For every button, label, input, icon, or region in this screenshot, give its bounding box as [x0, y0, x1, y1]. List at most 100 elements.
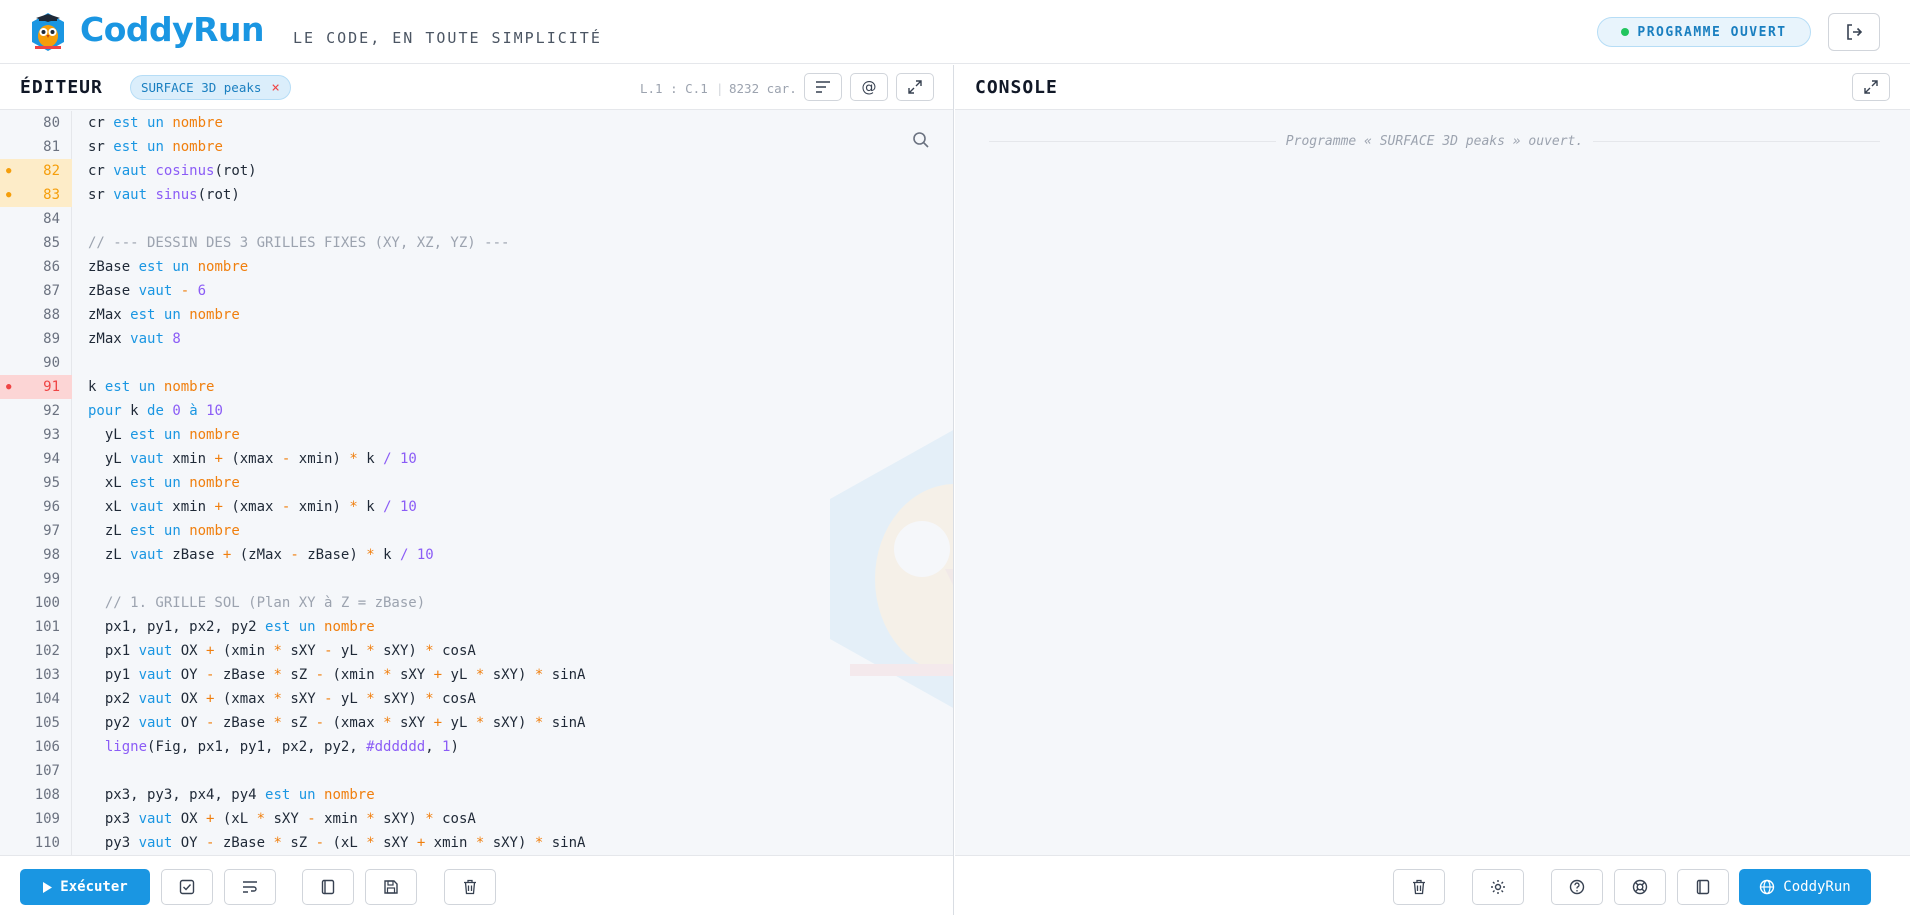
- code-line[interactable]: 80 cr est un nombre: [0, 111, 953, 135]
- code-line[interactable]: ● 82 cr vaut cosinus(rot): [0, 159, 953, 183]
- owl-logo-icon: [32, 13, 64, 51]
- code-line[interactable]: 109 px3 vaut OX + (xL * sXY - xmin * sXY…: [0, 807, 953, 831]
- run-button[interactable]: Exécuter: [20, 869, 150, 905]
- code-line[interactable]: 107: [0, 759, 953, 783]
- line-number[interactable]: 104: [0, 687, 72, 711]
- code-line[interactable]: 98 zL vaut zBase + (zMax - zBase) * k / …: [0, 543, 953, 567]
- code-line[interactable]: 108 px3, py3, px4, py4 est un nombre: [0, 783, 953, 807]
- expand-icon: [908, 80, 922, 94]
- line-number[interactable]: 86: [0, 255, 72, 279]
- expand-console-button[interactable]: [1852, 73, 1890, 101]
- file-tab[interactable]: SURFACE 3D peaks ×: [130, 75, 291, 100]
- code-line-text: // 1. GRILLE SOL (Plan XY à Z = zBase): [88, 595, 426, 611]
- line-number[interactable]: 108: [0, 783, 72, 807]
- editor-header: ÉDITEUR SURFACE 3D peaks × L.1 : C.1 | 8…: [0, 65, 953, 110]
- line-number[interactable]: 84: [0, 207, 72, 231]
- line-number[interactable]: 103: [0, 663, 72, 687]
- help-circle-icon: [1569, 879, 1585, 895]
- support-button[interactable]: [1614, 869, 1666, 905]
- code-line[interactable]: 84: [0, 207, 953, 231]
- docs-button[interactable]: [302, 869, 354, 905]
- settings-button[interactable]: [1472, 869, 1524, 905]
- code-line[interactable]: 87 zBase vaut - 6: [0, 279, 953, 303]
- error-marker-icon: ●: [6, 382, 12, 392]
- line-number[interactable]: 109: [0, 807, 72, 831]
- line-number[interactable]: 96: [0, 495, 72, 519]
- line-number[interactable]: 110: [0, 831, 72, 855]
- line-number[interactable]: 97: [0, 519, 72, 543]
- coddyrun-website-button[interactable]: CoddyRun: [1739, 869, 1871, 905]
- code-line[interactable]: ● 91 k est un nombre: [0, 375, 953, 399]
- clear-console-button[interactable]: [1393, 869, 1445, 905]
- code-editor[interactable]: 80 cr est un nombre 81 sr est un nombre ● 82 c…: [0, 111, 953, 855]
- app-header: CoddyRun LE CODE, EN TOUTE SIMPLICITÉ PR…: [0, 0, 1910, 64]
- line-number[interactable]: ● 91: [0, 375, 72, 399]
- code-line[interactable]: 85 // --- DESSIN DES 3 GRILLES FIXES (XY,…: [0, 231, 953, 255]
- check-button[interactable]: [161, 869, 213, 905]
- code-line[interactable]: 110 py3 vaut OY - zBase * sZ - (xL * sXY…: [0, 831, 953, 855]
- line-number[interactable]: 87: [0, 279, 72, 303]
- line-number[interactable]: 93: [0, 423, 72, 447]
- book-icon: [1696, 879, 1710, 895]
- code-line[interactable]: 86 zBase est un nombre: [0, 255, 953, 279]
- close-file-icon[interactable]: ×: [271, 80, 279, 96]
- code-line[interactable]: 93 yL est un nombre: [0, 423, 953, 447]
- code-line[interactable]: 106 ligne(Fig, px1, py1, px2, py2, #dddd…: [0, 735, 953, 759]
- code-line[interactable]: 103 py1 vaut OY - zBase * sZ - (xmin * s…: [0, 663, 953, 687]
- line-number[interactable]: 94: [0, 447, 72, 471]
- line-number-text: 104: [34, 691, 60, 707]
- format-button[interactable]: [804, 73, 842, 101]
- line-number[interactable]: 105: [0, 711, 72, 735]
- line-number[interactable]: 99: [0, 567, 72, 591]
- line-number[interactable]: 95: [0, 471, 72, 495]
- run-label: Exécuter: [60, 879, 128, 895]
- line-number[interactable]: 100: [0, 591, 72, 615]
- code-line[interactable]: 90: [0, 351, 953, 375]
- code-line[interactable]: 104 px2 vaut OX + (xmax * sXY - yL * sXY…: [0, 687, 953, 711]
- at-button[interactable]: @: [850, 73, 888, 101]
- save-button[interactable]: [365, 869, 417, 905]
- search-icon[interactable]: [912, 131, 930, 149]
- code-line[interactable]: 94 yL vaut xmin + (xmax - xmin) * k / 10: [0, 447, 953, 471]
- code-line-text: xL est un nombre: [88, 475, 240, 491]
- code-line[interactable]: 100 // 1. GRILLE SOL (Plan XY à Z = zBas…: [0, 591, 953, 615]
- line-number[interactable]: 80: [0, 111, 72, 135]
- code-line[interactable]: 99: [0, 567, 953, 591]
- line-number-text: 101: [34, 619, 60, 635]
- code-line[interactable]: 95 xL est un nombre: [0, 471, 953, 495]
- code-line[interactable]: 92 pour k de 0 à 10: [0, 399, 953, 423]
- line-number-text: 103: [34, 667, 60, 683]
- wrap-button[interactable]: [224, 869, 276, 905]
- line-number[interactable]: 101: [0, 615, 72, 639]
- line-number[interactable]: ● 83: [0, 183, 72, 207]
- line-number[interactable]: 81: [0, 135, 72, 159]
- line-number-text: 94: [43, 451, 60, 467]
- line-number[interactable]: 106: [0, 735, 72, 759]
- logout-button[interactable]: [1828, 13, 1880, 51]
- help-button[interactable]: [1551, 869, 1603, 905]
- code-line[interactable]: ● 83 sr vaut sinus(rot): [0, 183, 953, 207]
- clear-editor-button[interactable]: [444, 869, 496, 905]
- line-number[interactable]: 107: [0, 759, 72, 783]
- line-number-text: 109: [34, 811, 60, 827]
- line-number[interactable]: 102: [0, 639, 72, 663]
- code-line[interactable]: 101 px1, py1, px2, py2 est un nombre: [0, 615, 953, 639]
- code-line[interactable]: 97 zL est un nombre: [0, 519, 953, 543]
- line-number[interactable]: 85: [0, 231, 72, 255]
- code-line[interactable]: 96 xL vaut xmin + (xmax - xmin) * k / 10: [0, 495, 953, 519]
- code-line[interactable]: 89 zMax vaut 8: [0, 327, 953, 351]
- line-number[interactable]: 90: [0, 351, 72, 375]
- line-number[interactable]: 88: [0, 303, 72, 327]
- code-line[interactable]: 88 zMax est un nombre: [0, 303, 953, 327]
- line-number[interactable]: 98: [0, 543, 72, 567]
- code-line[interactable]: 105 py2 vaut OY - zBase * sZ - (xmax * s…: [0, 711, 953, 735]
- line-number-text: 90: [43, 355, 60, 371]
- code-line[interactable]: 102 px1 vaut OX + (xmin * sXY - yL * sXY…: [0, 639, 953, 663]
- line-number[interactable]: ● 82: [0, 159, 72, 183]
- manual-button[interactable]: [1677, 869, 1729, 905]
- code-line-text: py1 vaut OY - zBase * sZ - (xmin * sXY +…: [88, 667, 586, 683]
- line-number[interactable]: 92: [0, 399, 72, 423]
- line-number[interactable]: 89: [0, 327, 72, 351]
- expand-editor-button[interactable]: [896, 73, 934, 101]
- code-line[interactable]: 81 sr est un nombre: [0, 135, 953, 159]
